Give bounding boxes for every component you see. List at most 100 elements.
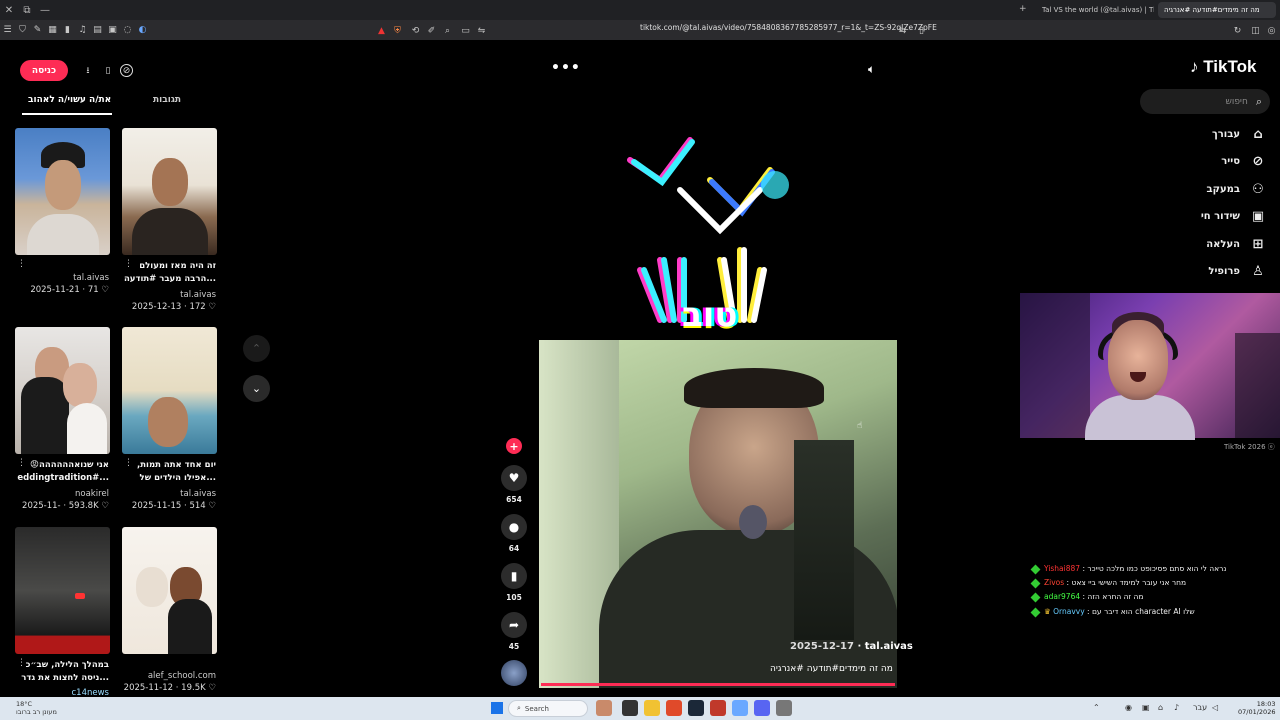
next-video-button[interactable]: ⌄	[243, 375, 270, 402]
chat-icon[interactable]: ◌	[120, 23, 135, 38]
comment-action[interactable]: ● 64	[500, 514, 528, 553]
nav-for-you[interactable]: עבורך ⌂	[1212, 126, 1266, 142]
tray-app-icon[interactable]: ▣	[1142, 703, 1150, 712]
video-caption[interactable]: 😡אני שנואהההההה eddingtradition#...	[14, 459, 109, 485]
language-indicator[interactable]: עבר	[1193, 703, 1207, 712]
tiktok-logo[interactable]: ♪ TikTok	[1190, 57, 1256, 77]
close-window-icon[interactable]: ✕	[0, 5, 18, 16]
tune-icon[interactable]: ⇆	[895, 23, 910, 38]
brave-browser-icon[interactable]	[666, 700, 682, 716]
video-thumbnail[interactable]	[122, 327, 217, 454]
volume-icon[interactable]: 🔈︎	[868, 62, 875, 77]
tab-tiktok-video[interactable]: מה זה מימדים#תודעה #אנרגיה	[1158, 2, 1276, 18]
compass-icon[interactable]: ⊘	[120, 64, 133, 77]
bookmark-icon[interactable]: ▮	[501, 563, 527, 589]
tab-tiktok-profile[interactable]: Tal VS the world (@tal.aivas) | TikTok	[1036, 2, 1154, 18]
settings-icon[interactable]	[776, 700, 792, 716]
nav-live[interactable]: שידור חי ▣	[1201, 208, 1266, 224]
comment-icon[interactable]: ●	[501, 514, 527, 540]
tab-you-may-like[interactable]: את/ה עשוי/ה לאהוב	[28, 95, 111, 105]
panel-icon[interactable]: ▮	[60, 23, 75, 38]
video-date: 2025-11-15	[131, 501, 182, 511]
video-author[interactable]: tal.aivas	[865, 641, 913, 652]
video-author[interactable]: tal.aivas	[121, 489, 216, 499]
video-thumbnail[interactable]	[122, 527, 217, 654]
discord-icon[interactable]	[754, 700, 770, 716]
nav-following[interactable]: במעקב ⚇	[1207, 181, 1266, 197]
share-action[interactable]: ➦ 45	[500, 612, 528, 651]
video-author[interactable]: tal.aivas	[14, 273, 109, 283]
reload-icon[interactable]: ↻	[1230, 23, 1245, 38]
video-thumbnail[interactable]	[15, 128, 110, 255]
translate-icon[interactable]: ⇋	[474, 23, 489, 38]
nav-explore[interactable]: סייר ⊘	[1221, 153, 1266, 169]
previous-video-button[interactable]: ⌃	[243, 335, 270, 362]
taskbar-search[interactable]: ⌕ Search	[508, 700, 588, 717]
edit-icon[interactable]: ✐	[424, 23, 439, 38]
volume-icon[interactable]: ◁	[1212, 703, 1218, 712]
shield-icon[interactable]: ⛉	[15, 23, 30, 38]
video-thumbnail[interactable]	[15, 527, 110, 654]
search-placeholder: חיפוש	[1225, 96, 1248, 107]
warning-icon[interactable]: ▲	[374, 23, 389, 38]
heart-icon[interactable]: ♥	[501, 465, 527, 491]
nav-upload[interactable]: העלאה ⊞	[1206, 236, 1266, 252]
search-page-icon[interactable]: ⌕	[440, 23, 455, 38]
video-author[interactable]: alef_school.com	[121, 671, 216, 681]
tray-chevron-icon[interactable]: ⌃	[1093, 703, 1100, 712]
more-options-icon[interactable]: ⋮	[17, 259, 26, 269]
video-progress-bar[interactable]	[541, 683, 895, 686]
steam-icon[interactable]	[688, 700, 704, 716]
video-caption[interactable]: מה זה מימדים#תודעה #אנרגיה	[770, 664, 893, 674]
phone-icon[interactable]: ▯	[100, 63, 116, 79]
app-icon[interactable]	[710, 700, 726, 716]
windows-start-icon[interactable]	[491, 702, 503, 714]
reader-icon[interactable]: ⟲	[408, 23, 423, 38]
tab-comments[interactable]: תגובות	[153, 95, 181, 105]
like-action[interactable]: ♥ 654	[500, 465, 528, 504]
cast-icon[interactable]: ▭	[458, 23, 473, 38]
network-icon[interactable]: ⌂	[1158, 703, 1163, 712]
restore-window-icon[interactable]: ⧉	[18, 5, 36, 16]
profile-icon[interactable]: ◎	[1264, 23, 1279, 38]
menu-icon[interactable]: ☰	[0, 23, 15, 38]
new-tab-icon[interactable]: +	[1019, 4, 1027, 14]
task-view-icon[interactable]	[622, 700, 638, 716]
video-caption[interactable]: יום אחד אתה תמות, אפילו הילדים של...	[121, 459, 216, 485]
extensions-icon[interactable]: ◫	[1248, 23, 1263, 38]
system-clock[interactable]: 18:03 07/01/2026	[1238, 700, 1275, 716]
screenshot-icon[interactable]: ▣	[105, 23, 120, 38]
video-thumbnail[interactable]	[122, 128, 217, 255]
file-explorer-icon[interactable]	[644, 700, 660, 716]
video-caption[interactable]: במהלך הלילה, שב״כ ניסה לחצות את גדר...	[14, 659, 109, 685]
brush-icon[interactable]: ✎	[30, 23, 45, 38]
mic-icon[interactable]: ♪	[1174, 703, 1179, 712]
taskbar-app-icon[interactable]	[596, 700, 612, 716]
sidebar-icon[interactable]: ▦	[45, 23, 60, 38]
brave-shield-icon[interactable]: ⛨	[390, 23, 405, 38]
sound-disc-icon[interactable]	[501, 660, 527, 686]
video-author[interactable]: noakirel	[14, 489, 109, 499]
tab-label: מה זה מימדים#תודעה #אנרגיה	[1164, 6, 1260, 14]
nav-profile[interactable]: פרופיל ♙	[1208, 263, 1266, 279]
login-button[interactable]: כניסה	[20, 60, 68, 81]
tray-app-icon[interactable]: ◉	[1125, 703, 1132, 712]
address-bar[interactable]: tiktok.com/@tal.aivas/video/758480836778…	[640, 23, 937, 32]
more-options-icon[interactable]: •••	[551, 60, 581, 76]
app-icon[interactable]	[732, 700, 748, 716]
bookmark-icon[interactable]: ▯	[914, 23, 929, 38]
music-icon[interactable]: ♫	[75, 23, 90, 38]
minimize-window-icon[interactable]: —	[36, 5, 54, 16]
weather-widget[interactable]: 18°C מעונן רב ברובו	[16, 700, 57, 716]
assistant-icon[interactable]: ◐	[135, 23, 150, 38]
video-author[interactable]: tal.aivas	[121, 290, 216, 300]
video-caption[interactable]: זה היה מאז ומעולם הרבה מעבר #תודעה...	[121, 260, 216, 286]
follow-button[interactable]: +	[506, 438, 522, 454]
video-thumbnail[interactable]	[15, 327, 110, 454]
document-icon[interactable]: ▤	[90, 23, 105, 38]
search-input[interactable]: חיפוש ⌕	[1140, 89, 1270, 114]
video-player[interactable]	[539, 340, 897, 688]
download-icon[interactable]: ⭳	[80, 63, 96, 79]
share-icon[interactable]: ➦	[501, 612, 527, 638]
save-action[interactable]: ▮ 105	[500, 563, 528, 602]
